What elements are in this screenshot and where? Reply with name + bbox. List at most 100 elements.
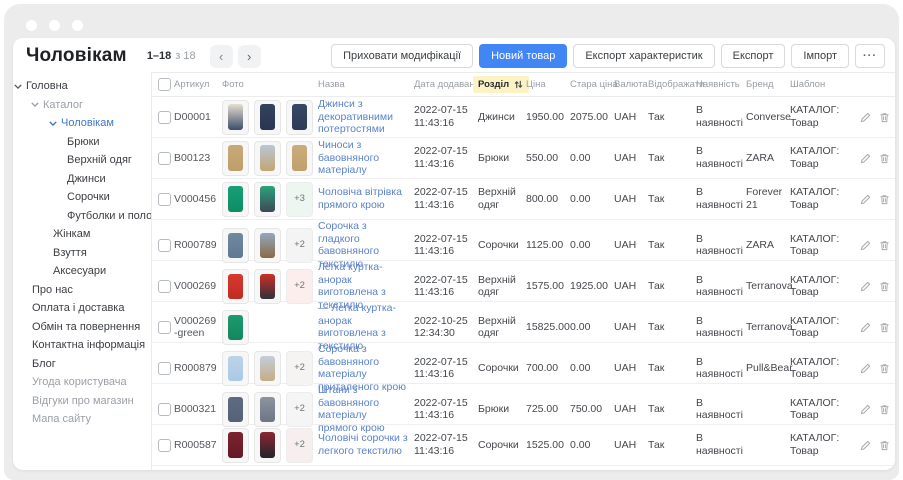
product-photo[interactable] [254,269,281,304]
edit-icon[interactable] [860,194,871,205]
product-photo[interactable] [222,228,249,263]
product-photo[interactable] [222,269,249,304]
next-page-button[interactable]: › [238,45,261,68]
row-checkbox[interactable] [158,239,171,252]
chevron-down-icon [14,84,22,89]
row-checkbox[interactable] [158,403,171,416]
delete-icon[interactable] [879,240,890,251]
delete-icon[interactable] [879,112,890,123]
product-photo[interactable] [254,100,281,135]
sidebar-item[interactable]: Каталог [13,96,151,115]
delete-icon[interactable] [879,153,890,164]
template-cell: КАТАЛОГ: Товар [790,315,852,340]
availability-cell: В наявності [696,186,746,211]
pagination-nav: ‹ › [210,45,261,68]
product-photo[interactable] [254,351,281,386]
col-header-section-sorted[interactable]: Розділ [473,76,529,93]
product-photo[interactable] [254,228,281,263]
product-photo[interactable] [222,392,249,427]
header-action-button[interactable]: Новий товар [479,44,567,68]
row-checkbox[interactable] [158,152,171,165]
sidebar-item[interactable]: Про нас [13,281,151,300]
delete-icon[interactable] [879,404,890,415]
sidebar-item[interactable]: Взуття [13,244,151,263]
page-header: Чоловікам 1–18 з 18 ‹ › Приховати модифі… [13,40,895,72]
edit-icon[interactable] [860,404,871,415]
product-photo[interactable] [254,141,281,176]
row-checkbox[interactable] [158,321,171,334]
product-photo[interactable] [222,100,249,135]
more-photos-badge[interactable]: +2 [286,392,313,427]
sidebar-item[interactable]: Верхній одяг [13,151,151,170]
header-action-button[interactable]: Приховати модифікації [331,44,473,68]
edit-icon[interactable] [860,322,871,333]
product-name-link[interactable]: Чиноси з бавовняного матеріалу [318,139,379,176]
sidebar-item[interactable]: Джинси [13,170,151,189]
display-cell: Так [648,111,696,124]
edit-icon[interactable] [860,240,871,251]
product-photo[interactable] [222,428,249,463]
edit-icon[interactable] [860,153,871,164]
sidebar-item[interactable]: Жінкам [13,225,151,244]
more-photos-badge[interactable]: +2 [286,269,313,304]
sidebar-item[interactable]: Обмін та повернення [13,318,151,337]
product-name-link[interactable]: Джинси з декоративними потертостями [318,98,393,135]
window-minimize-icon[interactable] [49,20,60,31]
window-maximize-icon[interactable] [72,20,83,31]
window-titlebar [26,20,83,31]
delete-icon[interactable] [879,322,890,333]
sidebar-item[interactable]: Аксесуари [13,262,151,281]
product-photo[interactable] [222,310,249,345]
select-all-checkbox[interactable] [158,78,171,91]
garment-image [228,432,243,457]
header-action-button[interactable]: ··· [855,44,885,68]
more-photos-badge[interactable]: +2 [286,228,313,263]
header-action-button[interactable]: Імпорт [791,44,849,68]
sidebar-item[interactable]: Сорочки [13,188,151,207]
sidebar-item[interactable]: Угода користувача [13,373,151,392]
more-photos-badge[interactable]: +3 [286,182,313,217]
old-price-cell: 0.00 [570,152,614,165]
sidebar-item[interactable]: Чоловікам [13,114,151,133]
product-name-link[interactable]: Чоловіча вітрівка прямого крою [318,186,402,211]
row-checkbox[interactable] [158,362,171,375]
row-checkbox[interactable] [158,111,171,124]
product-photo[interactable] [254,392,281,427]
product-name-link[interactable]: Штани з бавовняного матеріалу прямого кр… [318,384,385,434]
sidebar-item[interactable]: Мапа сайту [13,410,151,429]
edit-icon[interactable] [860,440,871,451]
sidebar-item[interactable]: Контактна інформація [13,336,151,355]
delete-icon[interactable] [879,363,890,374]
product-photo[interactable] [286,141,313,176]
template-cell: КАТАЛОГ: Товар [790,145,852,170]
product-name-link[interactable]: Чоловічі сорочки з легкого текстилю [318,432,408,457]
sidebar-item[interactable]: Брюки [13,133,151,152]
product-photo[interactable] [254,428,281,463]
delete-icon[interactable] [879,194,890,205]
header-action-button[interactable]: Експорт [721,44,786,68]
delete-icon[interactable] [879,440,890,451]
product-photo[interactable] [222,141,249,176]
sidebar-item[interactable]: Оплата і доставка [13,299,151,318]
window-close-icon[interactable] [26,20,37,31]
header-action-button[interactable]: Експорт характеристик [573,44,714,68]
prev-page-button[interactable]: ‹ [210,45,233,68]
product-photo[interactable] [222,182,249,217]
product-photo[interactable] [222,351,249,386]
more-photos-badge[interactable]: +2 [286,428,313,463]
sidebar-item[interactable]: Відгуки про магазин [13,392,151,411]
delete-icon[interactable] [879,281,890,292]
row-checkbox[interactable] [158,193,171,206]
edit-icon[interactable] [860,112,871,123]
row-checkbox[interactable] [158,439,171,452]
sidebar-item[interactable]: Блог [13,355,151,374]
card-body: Головна Каталог Чоловікам Брюки [13,72,895,470]
product-photo[interactable] [254,182,281,217]
edit-icon[interactable] [860,281,871,292]
more-photos-badge[interactable]: +2 [286,351,313,386]
row-checkbox[interactable] [158,280,171,293]
edit-icon[interactable] [860,363,871,374]
product-photo[interactable] [286,100,313,135]
sidebar-item[interactable]: Футболки и поло [13,207,151,226]
sidebar-item[interactable]: Головна [13,77,151,96]
